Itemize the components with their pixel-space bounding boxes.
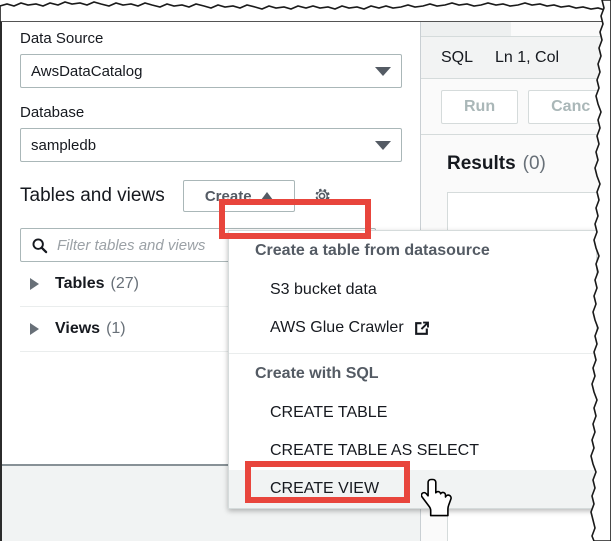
tree-node-tables-label: Tables <box>55 275 105 293</box>
menu-group-datasource-heading: Create a table from datasource <box>229 231 596 271</box>
chevron-down-icon <box>375 67 391 76</box>
results-header: Results (0) <box>421 135 611 193</box>
sql-language-label: SQL <box>441 49 473 67</box>
menu-group-sql-heading: Create with SQL <box>229 354 596 394</box>
menu-item-label: CREATE TABLE <box>270 403 387 423</box>
database-value: sampledb <box>31 137 375 154</box>
menu-item-label: CREATE TABLE AS SELECT <box>270 441 479 461</box>
tree-node-tables-count: (27) <box>111 275 139 293</box>
tables-and-views-header: Tables and views Create <box>20 178 402 214</box>
menu-item-s3-bucket-data[interactable]: S3 bucket data <box>229 271 596 309</box>
menu-item-label: AWS Glue Crawler <box>270 318 404 338</box>
editor-tabstrip <box>421 16 611 37</box>
menu-item-create-table-as-select[interactable]: CREATE TABLE AS SELECT <box>229 432 596 470</box>
data-source-value: AwsDataCatalog <box>31 63 375 80</box>
create-dropdown-menu: Create a table from datasource S3 bucket… <box>228 230 597 509</box>
data-source-label: Data Source <box>20 30 402 48</box>
settings-button[interactable] <box>309 183 335 209</box>
cancel-button-label: Canc <box>551 98 590 116</box>
external-link-icon <box>413 320 430 337</box>
results-title: Results <box>447 153 516 175</box>
chevron-down-icon <box>375 141 391 150</box>
filter-tables-placeholder: Filter tables and views <box>57 237 205 254</box>
triangle-right-icon <box>30 278 39 290</box>
menu-item-label: S3 bucket data <box>270 280 377 300</box>
triangle-right-icon <box>30 323 39 335</box>
editor-tab-active[interactable] <box>421 16 511 36</box>
run-button-label: Run <box>464 98 495 116</box>
editor-tabstrip-filler <box>511 16 611 36</box>
tables-and-views-title: Tables and views <box>20 185 165 207</box>
tree-node-views-count: (1) <box>106 320 126 338</box>
cancel-button[interactable]: Canc <box>528 90 611 124</box>
screenshot-root: Data Source AwsDataCatalog Database samp… <box>0 0 611 541</box>
editor-action-bar: Run Canc <box>421 79 611 135</box>
search-icon <box>31 237 48 254</box>
chevron-up-icon <box>261 192 273 200</box>
results-count: (0) <box>523 153 546 175</box>
create-button-label: Create <box>205 188 252 205</box>
menu-item-aws-glue-crawler[interactable]: AWS Glue Crawler <box>229 309 596 347</box>
database-label: Database <box>20 104 402 122</box>
cursor-position-label: Ln 1, Col <box>495 49 559 67</box>
run-button[interactable]: Run <box>441 90 518 124</box>
menu-item-label: CREATE VIEW <box>270 479 379 499</box>
gear-icon <box>312 186 332 206</box>
create-button[interactable]: Create <box>183 180 295 212</box>
data-source-select[interactable]: AwsDataCatalog <box>20 54 402 88</box>
tree-node-views-label: Views <box>55 320 100 338</box>
menu-item-create-table[interactable]: CREATE TABLE <box>229 394 596 432</box>
database-select[interactable]: sampledb <box>20 128 402 162</box>
menu-item-create-view[interactable]: CREATE VIEW <box>229 470 596 508</box>
editor-status-bar: SQL Ln 1, Col <box>421 37 611 79</box>
